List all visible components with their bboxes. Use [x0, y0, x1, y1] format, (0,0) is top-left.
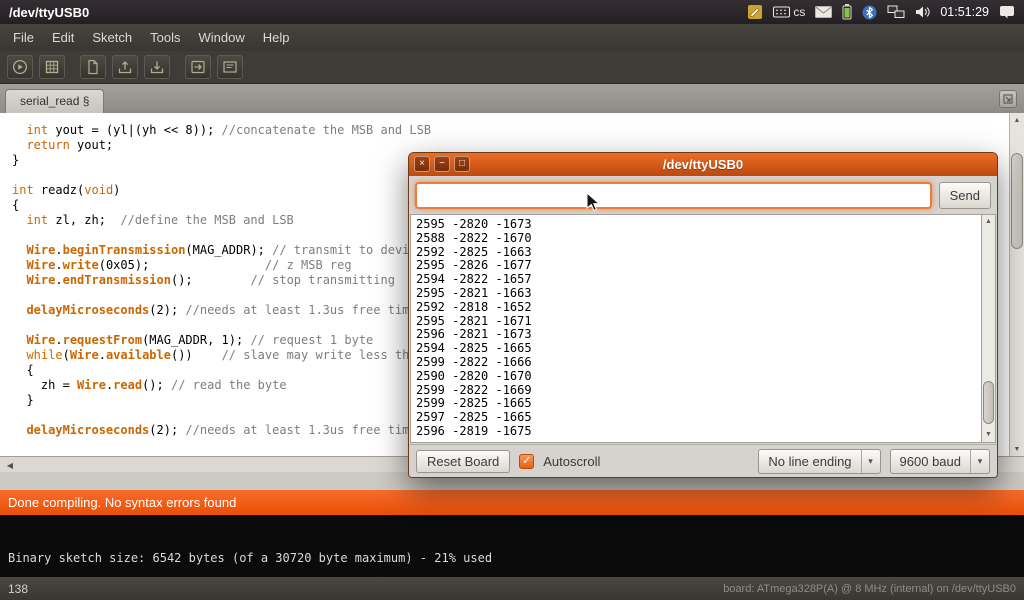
code-line: return yout; [12, 138, 1024, 153]
serial-row: 2596 -2821 -1673 [416, 328, 981, 342]
stop-icon [44, 59, 60, 75]
chevron-down-icon: ▾ [970, 450, 989, 473]
serial-row: 2595 -2821 -1671 [416, 315, 981, 329]
serial-monitor-button[interactable] [217, 55, 243, 79]
serial-monitor-titlebar[interactable]: /dev/ttyUSB0 [409, 153, 997, 176]
menu-tools[interactable]: Tools [141, 26, 189, 49]
stop-button[interactable] [39, 55, 65, 79]
upload-button[interactable] [185, 55, 211, 79]
serial-row: 2595 -2821 -1663 [416, 287, 981, 301]
serial-input[interactable] [415, 182, 932, 209]
scroll-left-button[interactable]: ◀ [3, 459, 17, 471]
tab-bar: serial_read § [0, 84, 1024, 113]
menu-edit[interactable]: Edit [43, 26, 83, 49]
minimize-button[interactable]: − [434, 156, 450, 172]
serial-input-row: Send [415, 182, 991, 209]
chevron-down-icon: ▾ [861, 450, 880, 473]
bluetooth-icon[interactable] [862, 5, 877, 20]
serial-scrollbar-thumb[interactable] [983, 381, 994, 424]
serial-scrollbar[interactable]: ▲ ▼ [981, 214, 996, 443]
new-file-icon [85, 59, 101, 75]
serial-row: 2595 -2826 -1677 [416, 259, 981, 273]
serial-row: 2592 -2825 -1663 [416, 246, 981, 260]
serial-scroll-down-button[interactable]: ▼ [982, 428, 995, 442]
serial-row: 2594 -2825 -1665 [416, 342, 981, 356]
open-button[interactable] [112, 55, 138, 79]
scroll-up-button[interactable]: ▲ [1010, 113, 1024, 127]
menubar: FileEditSketchToolsWindowHelp [0, 24, 1024, 51]
tab-menu-button[interactable] [999, 90, 1017, 108]
autoscroll-checkbox[interactable]: ✓ [519, 454, 534, 469]
screen: /dev/ttyUSB0 cs 01:5 [0, 0, 1024, 600]
close-button[interactable]: × [414, 156, 430, 172]
titlebar: /dev/ttyUSB0 cs 01:5 [0, 0, 1024, 24]
window-title: /dev/ttyUSB0 [9, 5, 89, 20]
editor-scrollbar-thumb[interactable] [1011, 153, 1023, 249]
serial-row: 2597 -2825 -1665 [416, 411, 981, 425]
maximize-button[interactable]: □ [454, 156, 470, 172]
serial-monitor-title: /dev/ttyUSB0 [663, 157, 743, 172]
window-controls: × − □ [414, 156, 470, 172]
line-ending-value: No line ending [759, 450, 860, 473]
session-menu-icon[interactable] [999, 5, 1015, 19]
serial-row: 2599 -2822 -1669 [416, 384, 981, 398]
keyboard-layout-label: cs [793, 5, 805, 19]
new-sketch-button[interactable] [80, 55, 106, 79]
open-icon [117, 59, 133, 75]
toolbar [0, 51, 1024, 84]
menu-help[interactable]: Help [254, 26, 299, 49]
line-ending-select[interactable]: No line ending ▾ [758, 449, 880, 474]
console-text: Binary sketch size: 6542 bytes (of a 307… [8, 551, 492, 565]
serial-row: 2599 -2822 -1666 [416, 356, 981, 370]
serial-scroll-up-button[interactable]: ▲ [982, 215, 995, 229]
serial-row: 2599 -2825 -1665 [416, 397, 981, 411]
serial-monitor-footer: Reset Board ✓ Autoscroll No line ending … [409, 444, 997, 477]
mail-icon[interactable] [815, 6, 832, 18]
network-icon[interactable] [887, 5, 905, 19]
menu-window[interactable]: Window [189, 26, 253, 49]
reset-board-button[interactable]: Reset Board [416, 450, 510, 473]
autoscroll-label: Autoscroll [543, 454, 600, 469]
save-icon [149, 59, 165, 75]
verify-button[interactable] [7, 55, 33, 79]
serial-output[interactable]: 2595 -2820 -16732588 -2822 -16702592 -28… [410, 214, 981, 443]
keyboard-icon [773, 6, 790, 18]
volume-icon[interactable] [915, 5, 930, 19]
send-button[interactable]: Send [939, 182, 991, 209]
upload-icon [190, 59, 206, 75]
battery-icon[interactable] [842, 4, 852, 20]
menu-sketch[interactable]: Sketch [83, 26, 141, 49]
scroll-down-button[interactable]: ▼ [1010, 442, 1024, 456]
serial-row: 2595 -2820 -1673 [416, 218, 981, 232]
tab-serial-read[interactable]: serial_read § [5, 89, 104, 113]
clock[interactable]: 01:51:29 [940, 5, 989, 19]
footer: 138 board: ATmega328P(A) @ 8 MHz (intern… [0, 577, 1024, 600]
serial-row: 2596 -2819 -1675 [416, 425, 981, 439]
editor-vscrollbar[interactable]: ▲ ▼ [1009, 113, 1024, 456]
console-output: Binary sketch size: 6542 bytes (of a 307… [0, 515, 1024, 577]
status-message: Done compiling. No syntax errors found [8, 495, 236, 510]
save-button[interactable] [144, 55, 170, 79]
serial-row: 2594 -2822 -1657 [416, 273, 981, 287]
baud-select[interactable]: 9600 baud ▾ [890, 449, 990, 474]
line-number: 138 [8, 582, 28, 596]
serial-row: 2590 -2820 -1670 [416, 370, 981, 384]
keyboard-indicator[interactable]: cs [773, 5, 805, 19]
notes-icon[interactable] [747, 4, 763, 20]
status-bar: Done compiling. No syntax errors found [0, 490, 1024, 515]
code-line: int yout = (yl|(yh << 8)); //concatenate… [12, 123, 1024, 138]
serial-monitor-window: /dev/ttyUSB0 × − □ Send 2595 -2820 -1673… [408, 152, 998, 478]
serial-row: 2588 -2822 -1670 [416, 232, 981, 246]
board-info: board: ATmega328P(A) @ 8 MHz (internal) … [723, 583, 1016, 595]
tab-menu-icon [1002, 93, 1014, 105]
baud-value: 9600 baud [891, 450, 970, 473]
system-tray: cs 01:51:29 [747, 4, 1015, 20]
serial-monitor-icon [222, 59, 238, 75]
serial-row: 2592 -2818 -1652 [416, 301, 981, 315]
menu-file[interactable]: File [4, 26, 43, 49]
verify-icon [12, 59, 28, 75]
